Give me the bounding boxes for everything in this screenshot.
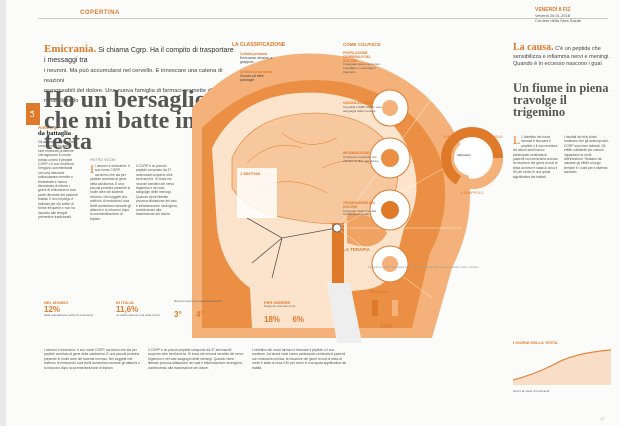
right-column-2: I risultati dei trial clinici mostrano c… [564,135,609,175]
how-title: COME COLPISCE [343,42,381,47]
curve-graphic [512,349,612,385]
stat-italy: IN ITALIA 11,6% ne soffre almeno una vol… [116,300,161,317]
lead-kicker: Emicrania. [44,43,97,55]
classification-box: Cefalea primaria Emicrania, tensiva, a g… [240,52,276,120]
detail-dot-1 [382,100,398,116]
infographic-credit: Infografica di Corriere della Sera. Font… [368,265,479,269]
efficacy-value: 15% [380,324,393,330]
head-illustration: 1 SINTOMI CEFALEA A GRAPPOLO EMICRANIA T… [192,53,503,343]
terapia-title: LA TERAPIA [343,247,370,252]
how-step: PROFILAZIONE CEREBRALE DEL DOLORE Il segn… [343,51,380,74]
detail-dot-2 [381,149,399,167]
stat-gender: PER GENERE Rapporto donne/uomini 18% 6% [264,300,305,324]
curve-caption: Giorni al mese di emicrania [513,389,550,393]
header-meta: VENERDÌ 8 FIZ Venerdì 26.01.2018 Corrier… [535,7,595,24]
body-column-1: II neuroni e emicranici. Il suo nome CGR… [90,164,131,221]
how-step: VASODILATAZIONE Il peptide CGRP dilata i … [343,101,382,113]
page-number: 17 [600,416,605,421]
therapy-vials [372,300,398,316]
causa-line-2: Quando è in eccesso nascono i guai [513,61,602,67]
section-tag: COPERTINA [80,10,120,16]
cefalea-core [454,140,490,176]
label-emicrania: EMICRANIA [444,135,464,139]
cefalea-label: CEFALEA [457,153,471,157]
class-item: Cefalea secondaria Dovuta ad altre patol… [240,70,272,82]
body-column-4: Il CGRP è un piccolo peptide composto da… [148,348,244,370]
detail-dot-4 [382,256,398,272]
efficacy-label: EFFICACIA [370,290,389,294]
label-tensiva: TENSIVA [488,135,503,139]
la-cura-tag: LA CURA [26,103,50,125]
body-column-3: I neuroni e emicranici. Il suo nome CGRP… [44,348,140,370]
page-gutter [0,0,6,426]
stat-recurrence: Ricorrenza/ore per episodi secondo 3° 4° [174,299,222,319]
how-step: TRASMISSIONE DEL DOLORE Il segnale risale… [343,201,377,217]
detail-dot-3 [381,201,399,219]
magazine-page: COPERTINA VENERDÌ 8 FIZ Venerdì 26.01.20… [0,0,620,426]
class-item: Cefalea primaria Emicrania, tensiva, a g… [240,52,273,64]
classification-title: LA CLASSIFICAZIONE [232,42,286,48]
stats-band: NEL MONDO 12% della popolazione soffre d… [44,299,344,342]
meta-paper: Corriere della Sera Salute [535,18,582,23]
body-column-5: L'obiettivo dei nuovi farmaci è bloccare… [252,348,347,370]
sintomi-label: 1 SINTOMI [240,171,260,176]
byline: PIETRO VIDOM [90,158,116,162]
causa-kicker: La causa. [513,42,554,53]
right-headline: Un fiume in piena travolge il trigemino [513,81,609,119]
header-rule [38,18,608,19]
how-step: INFIAMMAZIONE Si liberano sostanze che at… [343,151,380,163]
curve-box: I GIORNI DELLA TESTA Giorni al mese di e… [512,340,612,400]
drop-cap: I [90,164,94,176]
label-grappolo: A GRAPPOLO [461,191,484,195]
stat-world: NEL MONDO 12% della popolazione soffre d… [44,300,93,317]
right-column-1: L L'obiettivo dei nuovi farmaci è bloccar… [513,135,559,179]
causa-block: La causa. C'è un peptide che sensibilizz… [513,42,613,69]
